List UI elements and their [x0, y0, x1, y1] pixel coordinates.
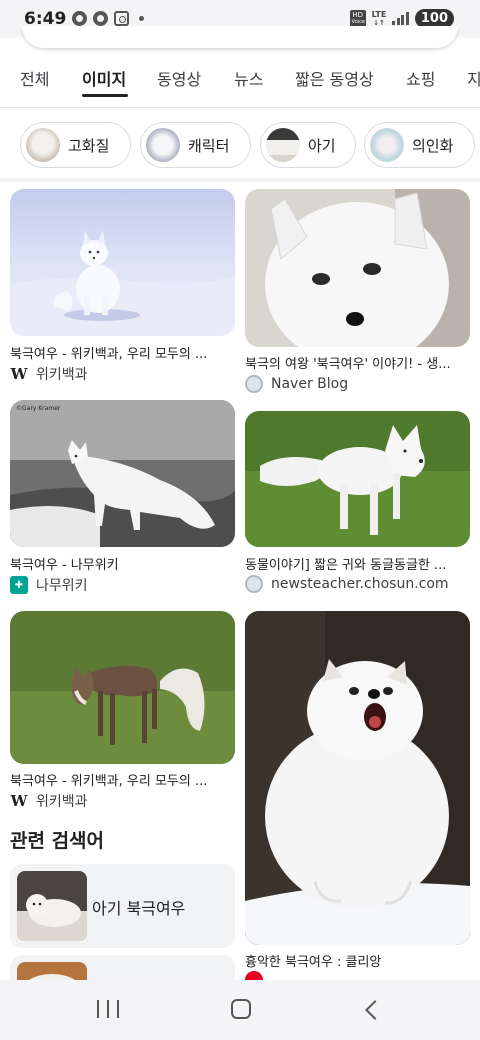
result-title[interactable]: 동물이야기] 짧은 귀와 동글동글한 ... — [245, 554, 469, 573]
arctic-fox-summer-coat-image — [10, 611, 235, 764]
filter-chips: 고화질 캐릭터 아기 의인화 — [0, 122, 480, 170]
image-result-6[interactable] — [245, 611, 470, 945]
hd-voice-icon: HD Voice — [349, 9, 366, 28]
chip-thumbnail — [26, 128, 60, 162]
home-icon[interactable] — [231, 999, 251, 1019]
arctic-fox-grass-image — [245, 411, 470, 547]
chip-thumbnail — [370, 128, 404, 162]
related-searches-heading: 관련 검색어 — [10, 830, 105, 852]
namuwiki-icon: ✚ — [10, 576, 28, 594]
result-title[interactable]: 북극의 여왕 '북극여우' 이야기! - 생... — [245, 353, 469, 372]
search-tabs: 전체 이미지 동영상 뉴스 짧은 동영상 쇼핑 지 — [0, 58, 480, 108]
image-result-3[interactable]: ©Gary Kramer — [10, 400, 235, 547]
result-title[interactable]: 북극여우 - 위키백과, 우리 모두의 ... — [10, 343, 234, 362]
tab-more[interactable]: 지 — [467, 66, 480, 90]
chip-thumbnail — [146, 128, 180, 162]
wikipedia-icon: W — [10, 365, 28, 383]
aperture-icon — [93, 11, 108, 26]
active-tab-indicator — [82, 94, 128, 97]
tab-all[interactable]: 전체 — [20, 66, 49, 90]
result-title[interactable]: 흉악한 북극여우 : 클리앙 — [245, 951, 469, 970]
more-notifications-dot-icon — [139, 16, 144, 21]
result-source[interactable]: newsteacher.chosun.com — [245, 575, 449, 593]
section-divider — [0, 178, 480, 182]
back-icon[interactable] — [365, 1000, 385, 1020]
related-search-item[interactable]: 아기 북극여우 — [10, 864, 235, 948]
photo-credit: ©Gary Kramer — [16, 405, 61, 412]
result-source[interactable]: W 위키백과 — [10, 791, 88, 811]
chip-thumbnail — [266, 128, 300, 162]
fluffy-arctic-fox-image — [245, 611, 470, 945]
result-source[interactable]: Naver Blog — [245, 375, 348, 393]
globe-icon — [245, 575, 263, 593]
chip-anthropomorphic[interactable]: 의인화 — [364, 122, 475, 168]
search-bar[interactable] — [22, 26, 458, 48]
signal-icon — [392, 12, 409, 25]
arctic-fox-rock-image: ©Gary Kramer — [10, 400, 235, 547]
aperture-icon — [72, 11, 87, 26]
related-search-label: 아기 북극여우 — [92, 899, 186, 918]
result-source[interactable]: ✚ 나무위키 — [10, 575, 88, 595]
network-type: LTE ↓↑ — [371, 9, 387, 27]
result-title[interactable]: 북극여우 - 위키백과, 우리 모두의 ... — [10, 770, 234, 789]
chip-character[interactable]: 캐릭터 — [140, 122, 251, 168]
tab-videos[interactable]: 동영상 — [157, 66, 201, 90]
tab-images[interactable]: 이미지 — [82, 66, 126, 90]
chip-baby[interactable]: 아기 — [260, 122, 356, 168]
recent-apps-icon[interactable] — [97, 1000, 119, 1020]
instagram-icon — [114, 11, 129, 26]
image-result-5[interactable] — [10, 611, 235, 764]
notification-icons — [72, 11, 144, 26]
image-result-4[interactable] — [245, 411, 470, 547]
tab-news[interactable]: 뉴스 — [234, 66, 263, 90]
arctic-fox-snow-image — [10, 189, 235, 336]
tab-shopping[interactable]: 쇼핑 — [406, 66, 435, 90]
globe-icon — [245, 375, 263, 393]
wikipedia-icon: W — [10, 792, 28, 810]
arctic-fox-closeup-image — [245, 189, 470, 347]
related-thumbnail — [17, 871, 87, 941]
chip-high-quality[interactable]: 고화질 — [20, 122, 131, 168]
image-result-2[interactable] — [245, 189, 470, 347]
tab-short-videos[interactable]: 짧은 동영상 — [295, 66, 374, 90]
image-result-1[interactable] — [10, 189, 235, 336]
result-title[interactable]: 북극여우 - 나무위키 — [10, 554, 234, 573]
result-source[interactable]: W 위키백과 — [10, 364, 88, 384]
system-nav-bar — [0, 980, 480, 1040]
